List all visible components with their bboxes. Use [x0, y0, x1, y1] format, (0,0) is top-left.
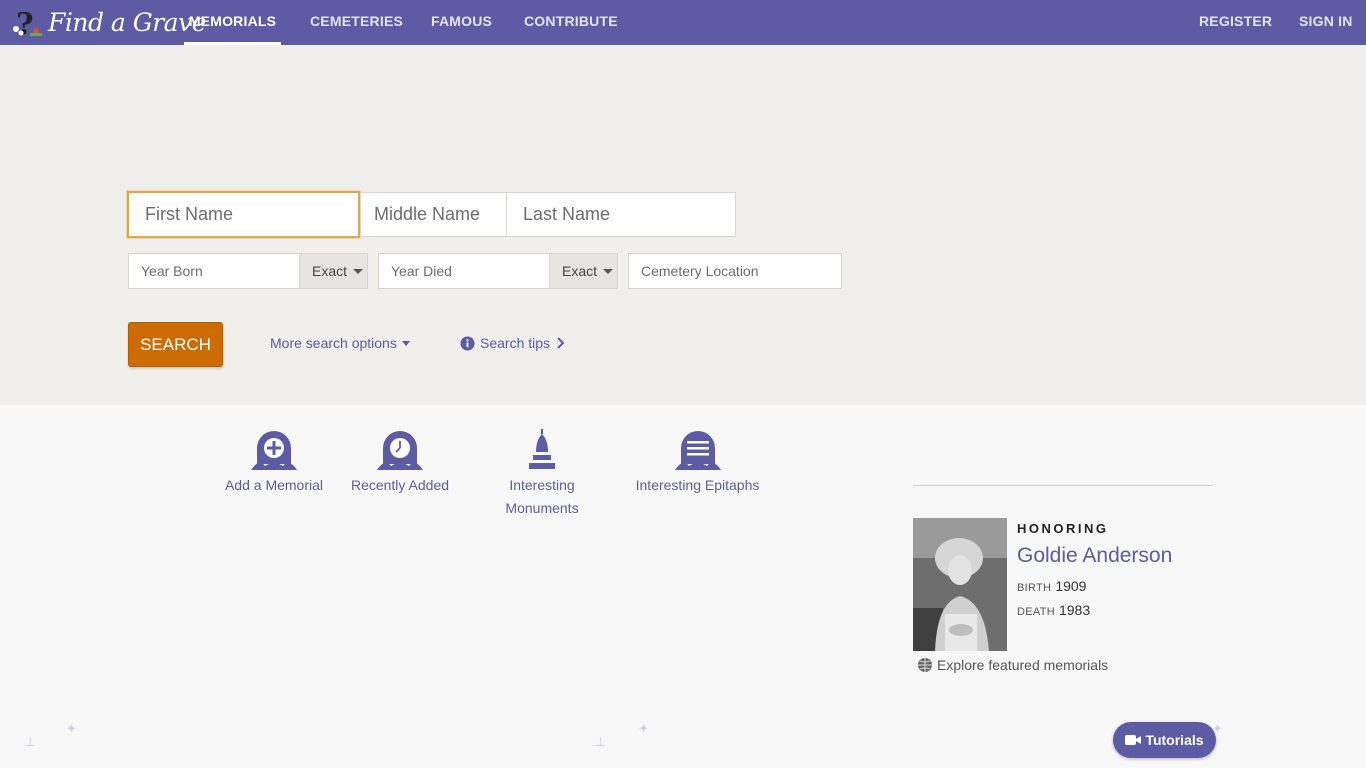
- logo-mark-icon: ?: [13, 7, 42, 39]
- tile-recently-added-label: Recently Added: [350, 477, 450, 493]
- sprout-decoration-icon: ⟂: [596, 734, 605, 749]
- tile-interesting-monuments-label-2: Monuments: [505, 500, 579, 516]
- nav-cemeteries[interactable]: CEMETERIES: [310, 0, 403, 45]
- caret-down-icon: [401, 340, 410, 346]
- explore-featured-link[interactable]: Explore featured memorials: [917, 657, 1108, 673]
- nav-famous[interactable]: FAMOUS: [431, 0, 492, 45]
- tile-interesting-epitaphs-label: Interesting Epitaphs: [635, 477, 760, 493]
- logo-text: Find a Grave: [48, 7, 207, 37]
- cemetery-location-input[interactable]: Cemetery Location: [628, 253, 842, 289]
- death-label: DEATH: [1017, 606, 1055, 618]
- search-tips-link[interactable]: Search tips: [460, 335, 566, 351]
- honoree-birth: BIRTH 1909: [1017, 578, 1086, 594]
- clock-headstone-icon: [377, 431, 423, 470]
- sprout-decoration-icon: ⟂: [26, 734, 35, 749]
- tile-interesting-epitaphs[interactable]: Interesting Epitaphs: [630, 426, 765, 497]
- tile-interesting-monuments-label-1: Interesting: [509, 477, 575, 493]
- honoring-divider: [913, 485, 1213, 486]
- honoree-portrait-image: [913, 518, 1007, 651]
- middle-name-input[interactable]: Middle Name: [360, 192, 507, 237]
- info-icon: [460, 335, 475, 351]
- nav-contribute[interactable]: CONTRIBUTE: [524, 0, 618, 45]
- caret-down-icon: [603, 268, 614, 274]
- birth-year: 1909: [1055, 578, 1087, 594]
- chevron-right-icon: [557, 337, 565, 349]
- honoree-name-link[interactable]: Goldie Anderson: [1017, 544, 1172, 568]
- more-search-options-link[interactable]: More search options: [270, 335, 410, 351]
- butterfly-decoration-icon: ✦: [66, 721, 77, 736]
- nav-memorials[interactable]: MEMORIALS: [184, 0, 281, 45]
- tile-interesting-monuments[interactable]: Interesting Monuments: [488, 426, 596, 520]
- search-button[interactable]: SEARCH: [128, 322, 223, 367]
- honoree-photo[interactable]: [913, 518, 1007, 651]
- year-died-input[interactable]: Year Died: [378, 253, 550, 289]
- tile-add-memorial-label: Add a Memorial: [224, 477, 324, 493]
- year-born-match-select[interactable]: Exact: [299, 253, 368, 289]
- honoree-death: DEATH 1983: [1017, 602, 1090, 618]
- globe-icon: [918, 658, 932, 672]
- birth-label: BIRTH: [1017, 582, 1052, 594]
- butterfly-decoration-icon: ✦: [638, 721, 649, 736]
- caret-down-icon: [353, 268, 364, 274]
- tile-add-memorial[interactable]: Add a Memorial: [220, 426, 328, 497]
- find-a-grave-logo[interactable]: ? Find a Grave: [10, 4, 207, 40]
- top-nav: ? Find a Grave MEMORIALS CEMETERIES FAMO…: [0, 0, 1366, 45]
- tile-recently-added[interactable]: Recently Added: [346, 426, 454, 497]
- nav-register[interactable]: REGISTER: [1199, 0, 1272, 45]
- nav-sign-in[interactable]: SIGN IN: [1299, 0, 1353, 45]
- monument-icon: [529, 429, 555, 469]
- add-memorial-icon: [251, 431, 297, 470]
- video-camera-icon: [1125, 735, 1142, 745]
- last-name-input[interactable]: Last Name: [506, 192, 736, 237]
- first-name-input[interactable]: First Name: [127, 191, 360, 238]
- year-died-match-select[interactable]: Exact: [549, 253, 618, 289]
- honoring-label: HONORING: [1017, 521, 1109, 536]
- epitaph-headstone-icon: [674, 431, 721, 470]
- death-year: 1983: [1058, 602, 1091, 618]
- tutorials-button[interactable]: Tutorials: [1113, 722, 1216, 758]
- year-born-input[interactable]: Year Born: [128, 253, 300, 289]
